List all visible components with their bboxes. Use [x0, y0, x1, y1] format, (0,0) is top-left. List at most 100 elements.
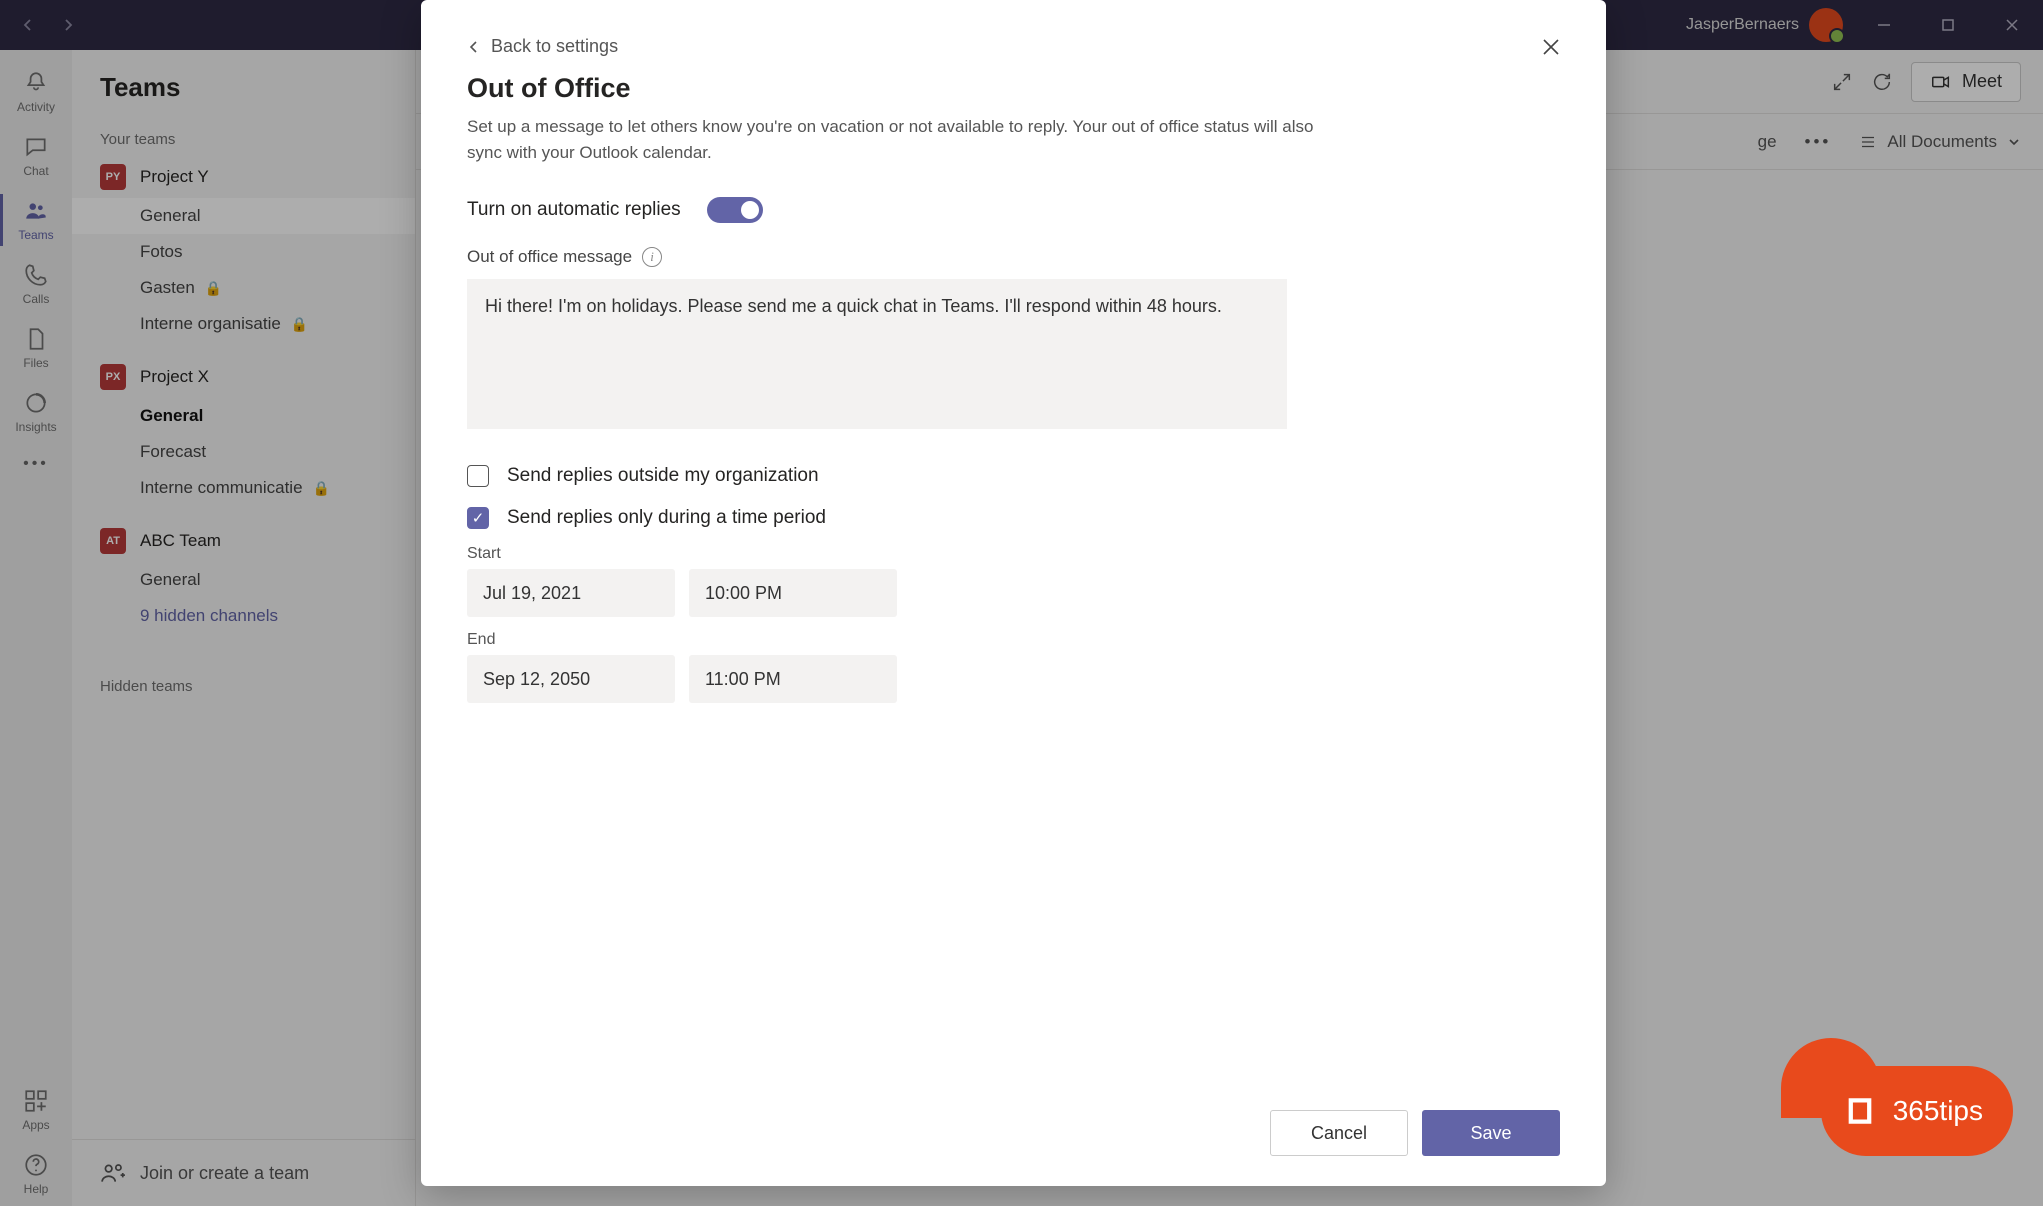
- automatic-replies-toggle[interactable]: [707, 197, 763, 223]
- meet-label: Meet: [1962, 71, 2002, 92]
- chevron-left-icon: [467, 40, 481, 54]
- start-label: Start: [467, 545, 1560, 563]
- window-close-button[interactable]: [1989, 5, 2035, 45]
- team-row-project-y[interactable]: PY Project Y: [72, 156, 415, 198]
- channel-label: Interne communicatie: [140, 478, 303, 498]
- cancel-button[interactable]: Cancel: [1270, 1110, 1408, 1156]
- rail-label: Calls: [23, 292, 50, 306]
- channel-general[interactable]: General: [72, 562, 415, 598]
- channel-gasten[interactable]: Gasten 🔒: [72, 270, 415, 306]
- back-to-settings-link[interactable]: Back to settings: [467, 36, 1560, 57]
- channel-interne-communicatie[interactable]: Interne communicatie 🔒: [72, 470, 415, 506]
- start-date-input[interactable]: Jul 19, 2021: [467, 569, 675, 617]
- app-rail: Activity Chat Teams Calls Files Insights…: [0, 50, 72, 1206]
- back-label: Back to settings: [491, 36, 618, 57]
- alldocs-label: All Documents: [1887, 132, 1997, 152]
- nav-forward-button[interactable]: [48, 5, 88, 45]
- out-of-office-modal: Back to settings Out of Office Set up a …: [421, 0, 1606, 1186]
- modal-title: Out of Office: [467, 73, 1560, 104]
- message-label: Out of office message: [467, 247, 632, 267]
- team-name: Project Y: [140, 167, 209, 187]
- rail-item-apps[interactable]: Apps: [0, 1078, 72, 1142]
- channel-interne-organisatie[interactable]: Interne organisatie 🔒: [72, 306, 415, 342]
- rail-item-files[interactable]: Files: [0, 316, 72, 380]
- end-label: End: [467, 631, 1560, 649]
- chat-icon: [23, 134, 49, 160]
- refresh-icon[interactable]: [1871, 71, 1893, 93]
- more-icon[interactable]: •••: [1805, 132, 1832, 152]
- meet-button[interactable]: Meet: [1911, 62, 2021, 102]
- out-of-office-message-input[interactable]: [467, 279, 1287, 429]
- rail-label: Files: [23, 356, 48, 370]
- team-avatar: AT: [100, 528, 126, 554]
- end-date-input[interactable]: Sep 12, 2050: [467, 655, 675, 703]
- info-icon[interactable]: i: [642, 247, 662, 267]
- lock-icon: 🔒: [291, 316, 308, 333]
- rail-label: Help: [24, 1182, 49, 1196]
- nav-back-button[interactable]: [8, 5, 48, 45]
- modal-description: Set up a message to let others know you'…: [467, 114, 1337, 165]
- rail-label: Teams: [18, 228, 53, 242]
- team-name: Project X: [140, 367, 209, 387]
- hidden-channels-link[interactable]: 9 hidden channels: [72, 598, 415, 634]
- avatar: [1809, 8, 1843, 42]
- rail-item-teams[interactable]: Teams: [0, 188, 72, 252]
- channel-label: General: [140, 406, 203, 426]
- team-row-abc-team[interactable]: AT ABC Team: [72, 520, 415, 562]
- time-period-label: Send replies only during a time period: [507, 507, 826, 529]
- channel-label: Interne organisatie: [140, 314, 281, 334]
- time-period-checkbox[interactable]: [467, 507, 489, 529]
- team-name: ABC Team: [140, 531, 221, 551]
- join-create-team-button[interactable]: Join or create a team: [72, 1139, 415, 1206]
- join-label: Join or create a team: [140, 1163, 309, 1184]
- rail-label: Insights: [15, 420, 56, 434]
- rail-more-button[interactable]: •••: [0, 444, 72, 484]
- channel-forecast[interactable]: Forecast: [72, 434, 415, 470]
- team-row-project-x[interactable]: PX Project X: [72, 356, 415, 398]
- channel-general[interactable]: General: [72, 398, 415, 434]
- rail-label: Apps: [22, 1118, 49, 1132]
- phone-icon: [23, 262, 49, 288]
- rail-item-calls[interactable]: Calls: [0, 252, 72, 316]
- rail-item-help[interactable]: Help: [0, 1142, 72, 1206]
- window-maximize-button[interactable]: [1925, 5, 1971, 45]
- lock-icon: 🔒: [313, 480, 330, 497]
- current-user[interactable]: JasperBernaers: [1686, 8, 1843, 42]
- close-icon: [1540, 36, 1562, 58]
- expand-icon[interactable]: [1831, 71, 1853, 93]
- window-minimize-button[interactable]: [1861, 5, 1907, 45]
- save-button[interactable]: Save: [1422, 1110, 1560, 1156]
- rail-item-activity[interactable]: Activity: [0, 60, 72, 124]
- start-time-input[interactable]: 10:00 PM: [689, 569, 897, 617]
- insights-icon: [23, 390, 49, 416]
- lock-icon: 🔒: [205, 280, 222, 297]
- team-avatar: PY: [100, 164, 126, 190]
- chevron-down-icon: [2007, 135, 2021, 149]
- watermark-text: 365tips: [1893, 1095, 1983, 1127]
- end-time-input[interactable]: 11:00 PM: [689, 655, 897, 703]
- teams-icon: [23, 198, 49, 224]
- your-teams-label: Your teams: [72, 113, 415, 156]
- sidebar-title: Teams: [72, 50, 415, 113]
- view-selector[interactable]: All Documents: [1859, 132, 2021, 152]
- channel-label: General: [140, 570, 200, 590]
- channel-label: General: [140, 206, 200, 226]
- video-icon: [1930, 71, 1952, 93]
- channel-label: Fotos: [140, 242, 183, 262]
- channel-general[interactable]: General: [72, 198, 415, 234]
- rail-label: Chat: [23, 164, 48, 178]
- apps-icon: [23, 1088, 49, 1114]
- watermark-badge: 365tips: [1821, 1066, 2013, 1156]
- people-add-icon: [100, 1160, 126, 1186]
- channel-fotos[interactable]: Fotos: [72, 234, 415, 270]
- hidden-teams-label: Hidden teams: [72, 660, 415, 703]
- channel-label: Gasten: [140, 278, 195, 298]
- bell-icon: [23, 70, 49, 96]
- rail-item-insights[interactable]: Insights: [0, 380, 72, 444]
- file-icon: [23, 326, 49, 352]
- truncated-button[interactable]: ge: [1758, 132, 1777, 152]
- outside-org-checkbox[interactable]: [467, 465, 489, 487]
- rail-item-chat[interactable]: Chat: [0, 124, 72, 188]
- team-avatar: PX: [100, 364, 126, 390]
- close-button[interactable]: [1540, 36, 1562, 62]
